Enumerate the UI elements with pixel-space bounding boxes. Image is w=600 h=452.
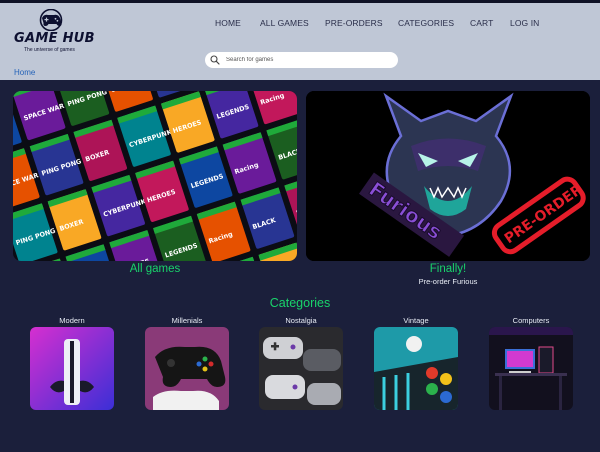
game-cover: Racing (196, 201, 251, 261)
site-header: GAME HUB The universe of games HOME ALL … (0, 3, 600, 80)
game-cover: SPACE WAR (13, 91, 66, 141)
all-games-banner[interactable]: RacingBLACKSPACE WARPING PONGBOXERCYBERP… (13, 91, 297, 261)
search-input[interactable] (226, 53, 392, 66)
gamepad-icon (145, 327, 229, 410)
furious-preorder-banner[interactable]: Furious PRE-ORDER (306, 91, 590, 261)
console-icon (30, 327, 114, 410)
nav-cart[interactable]: CART (470, 18, 493, 28)
game-cover: LEGENDS (153, 215, 207, 261)
arcade-buttons-icon (374, 327, 458, 410)
game-covers-collage: RacingBLACKSPACE WARPING PONGBOXERCYBERP… (13, 91, 297, 261)
category-millenials[interactable]: Millenials (145, 316, 229, 410)
search-bar (205, 52, 398, 68)
game-cover: BOXER (73, 119, 128, 181)
category-vintage[interactable]: Vintage (374, 316, 458, 410)
logo-title: GAME HUB (14, 31, 95, 46)
pc-setup-icon (489, 327, 573, 410)
main-nav: HOME ALL GAMES PRE-ORDERS CATEGORIES CAR… (0, 18, 600, 32)
categories-heading: Categories (269, 296, 331, 310)
preorder-caption-title[interactable]: Finally! (306, 263, 590, 275)
category-label: Vintage (403, 316, 429, 325)
category-label: Modern (59, 316, 85, 325)
nav-log-in[interactable]: LOG IN (510, 18, 539, 28)
breadcrumb-home[interactable]: Home (14, 68, 35, 77)
game-cover: LEGENDS (204, 91, 259, 139)
category-modern[interactable]: Modern (30, 316, 114, 410)
game-cover: HEROES (160, 91, 215, 153)
game-cover: HEROES (135, 160, 189, 222)
category-computers[interactable]: Computers (489, 316, 573, 410)
category-nostalgia[interactable]: Nostalgia (259, 316, 343, 410)
nav-categories[interactable]: CATEGORIES (398, 18, 454, 28)
logo-tagline: The universe of games (24, 47, 75, 53)
furious-wolf-artwork: Furious PRE-ORDER (306, 91, 590, 261)
game-cover: BLACK (240, 187, 295, 249)
nav-home[interactable]: HOME (215, 18, 241, 28)
game-cover: LEGENDS (178, 146, 233, 208)
category-label: Computers (512, 316, 550, 325)
game-cover: Racing (222, 132, 277, 194)
preorder-caption-subtitle: Pre-order Furious (418, 277, 478, 286)
nav-all-games[interactable]: ALL GAMES (260, 18, 309, 28)
category-label: Millenials (171, 316, 203, 325)
game-cover: BOXER (47, 189, 102, 251)
search-icon[interactable] (210, 55, 220, 65)
category-label: Nostalgia (285, 316, 317, 325)
logo[interactable]: GAME HUB The universe of games (14, 9, 95, 55)
nav-pre-orders[interactable]: PRE-ORDERS (325, 18, 383, 28)
all-games-caption[interactable]: All games (13, 263, 297, 275)
retro-controllers-icon (259, 327, 343, 410)
